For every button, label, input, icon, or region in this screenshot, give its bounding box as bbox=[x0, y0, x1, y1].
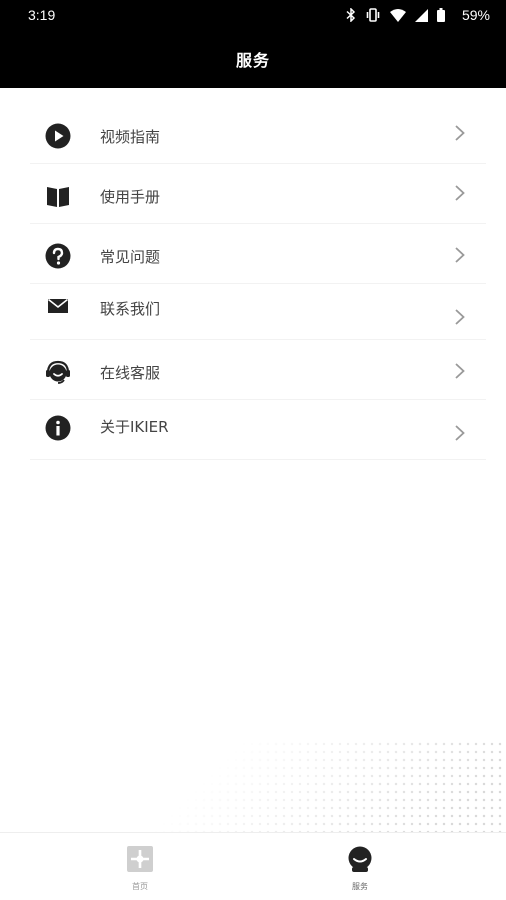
battery-icon bbox=[436, 8, 445, 22]
menu-item-manual[interactable]: 使用手册 bbox=[30, 164, 486, 224]
status-icons: 59% bbox=[346, 7, 490, 23]
play-icon bbox=[45, 123, 71, 149]
menu-item-label: 在线客服 bbox=[100, 364, 161, 382]
vibrate-icon bbox=[366, 8, 380, 22]
tab-service[interactable]: 服务 bbox=[330, 841, 390, 897]
bottom-tab-bar: 首页 服务 bbox=[0, 832, 506, 900]
status-time: 3:19 bbox=[28, 7, 56, 23]
tab-label: 服务 bbox=[352, 882, 368, 891]
status-bar: 3:19 59% bbox=[0, 0, 506, 30]
app-header: 服务 bbox=[0, 30, 506, 88]
info-icon bbox=[45, 415, 71, 441]
chevron-right-icon bbox=[455, 425, 465, 441]
menu-item-contact[interactable]: 联系我们 bbox=[30, 284, 486, 340]
battery-percent: 59% bbox=[461, 7, 490, 23]
menu-item-label: 使用手册 bbox=[100, 188, 161, 206]
book-icon bbox=[47, 187, 69, 207]
home-icon bbox=[127, 846, 153, 872]
decorative-dot-pattern bbox=[120, 740, 506, 832]
tab-home[interactable]: 首页 bbox=[110, 841, 170, 897]
chevron-right-icon bbox=[455, 363, 465, 379]
signal-icon bbox=[414, 8, 428, 22]
menu-item-label: 联系我们 bbox=[100, 300, 161, 318]
menu-item-label: 常见问题 bbox=[100, 248, 161, 266]
chevron-right-icon bbox=[455, 185, 465, 201]
question-icon bbox=[45, 243, 71, 269]
bluetooth-icon bbox=[346, 8, 356, 22]
menu-item-faq[interactable]: 常见问题 bbox=[30, 224, 486, 284]
wifi-icon bbox=[389, 8, 406, 22]
service-icon bbox=[348, 846, 372, 872]
tab-label: 首页 bbox=[132, 882, 148, 891]
menu-item-about[interactable]: 关于IKIER bbox=[30, 400, 486, 460]
menu-item-label: 视频指南 bbox=[100, 128, 161, 146]
chevron-right-icon bbox=[455, 247, 465, 263]
menu-item-label: 关于IKIER bbox=[100, 418, 169, 436]
chevron-right-icon bbox=[455, 309, 465, 325]
menu-item-online-service[interactable]: 在线客服 bbox=[30, 340, 486, 400]
mail-icon bbox=[48, 298, 68, 313]
chevron-right-icon bbox=[455, 125, 465, 141]
service-menu: 视频指南 使用手册 常见问题 联系我们 在线客服 关于IKIER bbox=[30, 104, 486, 460]
page-title: 服务 bbox=[235, 51, 270, 70]
menu-item-video-guide[interactable]: 视频指南 bbox=[30, 104, 486, 164]
headset-icon bbox=[46, 360, 70, 384]
